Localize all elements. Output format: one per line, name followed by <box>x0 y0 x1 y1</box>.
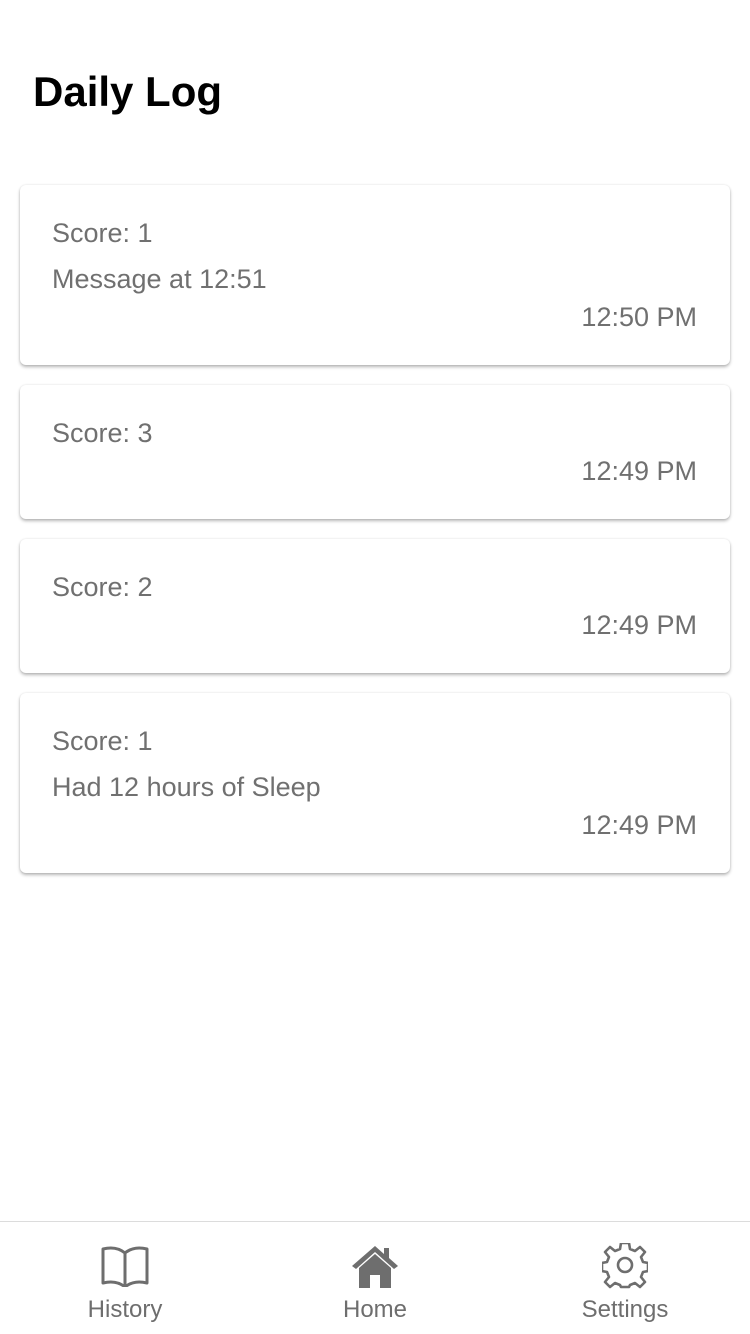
entry-score: Score: 2 <box>52 572 153 602</box>
home-icon <box>351 1242 399 1290</box>
log-entry-card[interactable]: Score: 1 Message at 12:51 12:50 PM <box>20 185 730 365</box>
entry-score: Score: 3 <box>52 418 153 448</box>
log-entry-card[interactable]: Score: 2 12:49 PM <box>20 539 730 673</box>
entry-time: 12:49 PM <box>581 810 697 840</box>
entry-score: Score: 1 <box>52 218 153 248</box>
bottom-tab-bar: History Home Settings <box>0 1221 750 1334</box>
entry-time: 12:49 PM <box>581 456 697 486</box>
tab-history[interactable]: History <box>0 1222 250 1334</box>
tab-label: Home <box>342 1296 408 1323</box>
log-entry-card[interactable]: Score: 3 12:49 PM <box>20 385 730 519</box>
gear-icon <box>601 1242 649 1290</box>
entry-time: 12:50 PM <box>581 302 697 332</box>
log-entry-card[interactable]: Score: 1 Had 12 hours of Sleep 12:49 PM <box>20 693 730 873</box>
entry-score: Score: 1 <box>52 726 153 756</box>
tab-settings[interactable]: Settings <box>500 1222 750 1334</box>
page-title: Daily Log <box>33 68 223 115</box>
tab-home[interactable]: Home <box>250 1222 500 1334</box>
book-icon <box>101 1242 149 1290</box>
entry-time: 12:49 PM <box>581 610 697 640</box>
daily-log-screen: Daily Log Score: 1 Message at 12:51 12:5… <box>0 0 750 1334</box>
entry-message: Message at 12:51 <box>52 264 267 294</box>
log-entry-list: Score: 1 Message at 12:51 12:50 PM Score… <box>20 185 730 893</box>
entry-message: Had 12 hours of Sleep <box>52 772 321 802</box>
tab-label: Settings <box>581 1296 669 1323</box>
tab-label: History <box>87 1296 163 1323</box>
